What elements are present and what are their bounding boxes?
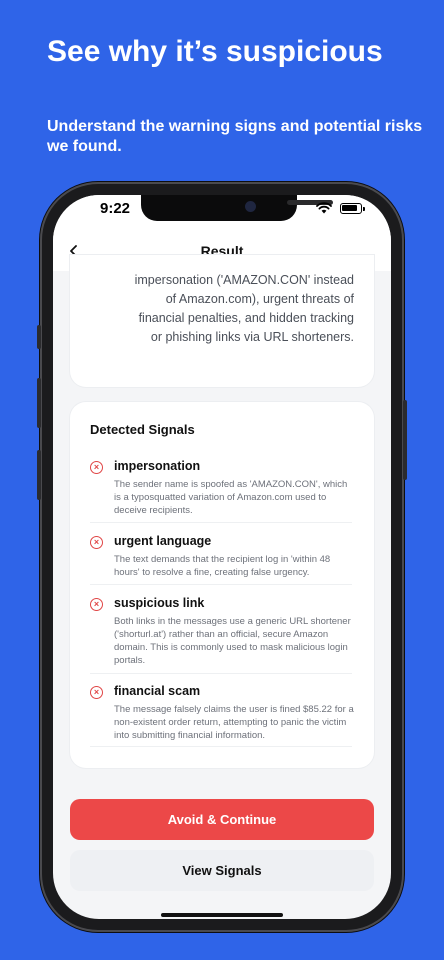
view-signals-button[interactable]: View Signals [70,850,374,891]
volume-down-button [37,450,41,500]
divider [90,673,352,674]
wifi-icon [316,202,332,214]
power-button [403,400,407,480]
signal-name: financial scam [114,684,201,698]
x-circle-icon: × [90,598,103,611]
signal-description: The sender name is spoofed as 'AMAZON.CO… [114,479,348,516]
x-circle-icon: × [90,461,103,474]
signals-title: Detected Signals [90,422,195,437]
divider [90,746,352,747]
signal-name: impersonation [114,459,201,473]
x-circle-icon: × [90,686,103,699]
summary-text: impersonation ('AMAZON.CON' instead of A… [134,273,354,344]
divider [90,522,352,523]
volume-up-button [37,378,41,428]
battery-icon [340,203,365,214]
summary-card: impersonation ('AMAZON.CON' instead of A… [70,255,374,387]
mute-switch [37,325,41,349]
home-indicator[interactable] [161,913,283,917]
signal-description: The message falsely claims the user is f… [114,704,354,741]
divider [90,584,352,585]
status-bar: 9:22 [53,195,391,235]
signal-name: suspicious link [114,596,205,610]
status-time: 9:22 [100,200,131,217]
phone-screen: 9:22 Result impersonation ('AMAZON.CON' … [53,195,391,919]
signal-description: Both links in the messages use a generic… [114,616,351,666]
notch [141,195,333,221]
signal-description: The text demands that the recipient log … [114,554,331,578]
avoid-continue-button[interactable]: Avoid & Continue [70,799,374,840]
detected-signals-card: Detected Signals × impersonation The sen… [70,402,374,768]
promo-headline: See why it’s suspicious [47,35,383,68]
promo-subline: Understand the warning signs and potenti… [47,118,423,155]
signal-name: urgent language [114,534,212,548]
camera [245,201,256,212]
x-circle-icon: × [90,536,103,549]
